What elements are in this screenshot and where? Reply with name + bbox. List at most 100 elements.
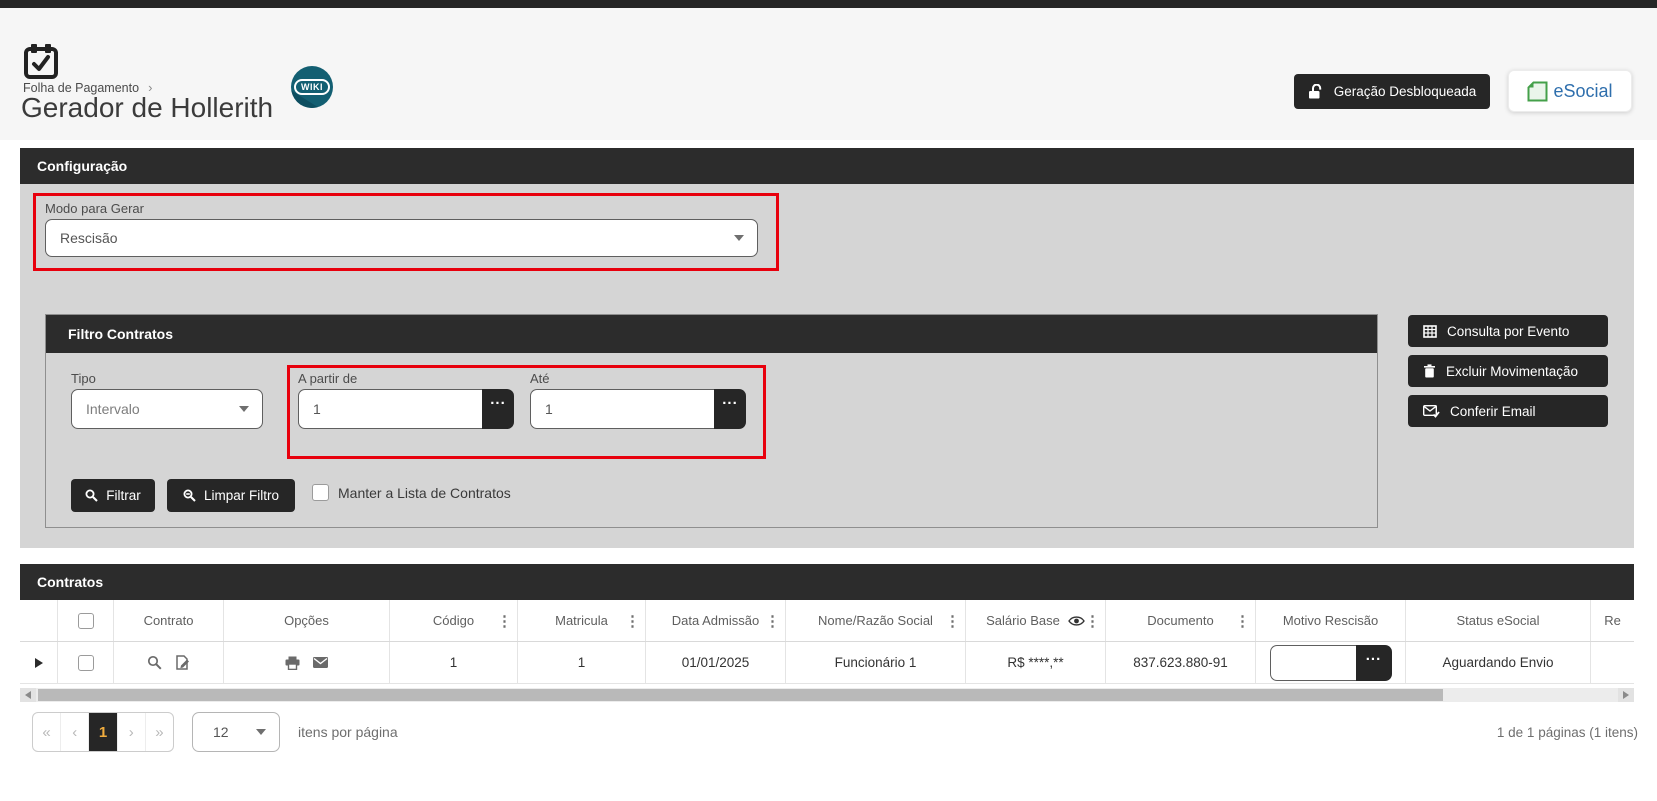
prev-page-button[interactable]: ‹ bbox=[61, 713, 90, 751]
contratos-section-header: Contratos bbox=[20, 564, 1634, 600]
header-codigo: Código ⋮ bbox=[390, 600, 518, 641]
header-salario-base: Salário Base ⋮ bbox=[966, 600, 1106, 641]
row-expander-cell bbox=[20, 642, 58, 683]
filtrar-button[interactable]: Filtrar bbox=[71, 479, 155, 512]
scrollbar-thumb[interactable] bbox=[38, 689, 1443, 701]
ate-label: Até bbox=[530, 371, 550, 386]
column-menu-icon[interactable]: ⋮ bbox=[625, 612, 640, 630]
eye-icon[interactable] bbox=[1068, 615, 1085, 627]
chevron-down-icon bbox=[256, 729, 266, 735]
scroll-left-icon[interactable] bbox=[20, 688, 36, 702]
column-menu-icon[interactable]: ⋮ bbox=[1085, 612, 1100, 630]
horizontal-scrollbar[interactable] bbox=[20, 688, 1634, 702]
filtro-contratos-body: Tipo Intervalo A partir de ... Até . bbox=[46, 353, 1377, 527]
select-all-checkbox[interactable] bbox=[77, 612, 94, 629]
next-page-button[interactable]: › bbox=[118, 713, 146, 751]
configuracao-panel: Configuração Modo para Gerar Rescisão Fi… bbox=[20, 148, 1634, 548]
excluir-movimentacao-button[interactable]: Excluir Movimentação bbox=[1408, 355, 1608, 387]
consulta-por-evento-button[interactable]: Consulta por Evento bbox=[1408, 315, 1608, 347]
printer-icon[interactable] bbox=[285, 656, 300, 670]
a-partir-de-lookup-button[interactable]: ... bbox=[482, 389, 514, 429]
table-header-row: Contrato Opções Código ⋮ Matricula ⋮ Dat… bbox=[20, 600, 1634, 642]
row-opcoes-cell bbox=[224, 642, 390, 683]
page-size-value: 12 bbox=[213, 724, 229, 740]
unlock-icon bbox=[1308, 84, 1324, 99]
manter-lista-label: Manter a Lista de Contratos bbox=[338, 484, 511, 501]
configuracao-panel-header: Configuração bbox=[20, 148, 1634, 184]
pagination-controls: « ‹ 1 › » bbox=[32, 712, 174, 752]
row-motivo-cell: ... bbox=[1256, 642, 1406, 683]
tipo-value: Intervalo bbox=[86, 401, 140, 417]
first-page-button[interactable]: « bbox=[33, 713, 62, 751]
row-documento-cell: 837.623.880-91 bbox=[1106, 642, 1256, 683]
row-status-esocial-cell: Aguardando Envio bbox=[1406, 642, 1591, 683]
page-title: Gerador de Hollerith bbox=[21, 92, 274, 123]
table-row: 1 1 01/01/2025 Funcionário 1 R$ ****,** … bbox=[20, 642, 1634, 684]
header-expander bbox=[20, 600, 58, 641]
column-menu-icon[interactable]: ⋮ bbox=[765, 612, 780, 630]
row-matricula-cell: 1 bbox=[518, 642, 646, 683]
envelope-icon[interactable] bbox=[313, 657, 328, 668]
motivo-rescisao-input[interactable] bbox=[1269, 644, 1356, 681]
page-size-select[interactable]: 12 bbox=[192, 712, 280, 752]
header-data-admissao: Data Admissão ⋮ bbox=[646, 600, 786, 641]
pagination-summary: 1 de 1 páginas (1 itens) bbox=[1496, 724, 1638, 740]
row-checkbox[interactable] bbox=[77, 654, 94, 671]
top-dark-strip bbox=[0, 0, 1657, 8]
filtro-contratos-header: Filtro Contratos bbox=[46, 315, 1377, 353]
column-menu-icon[interactable]: ⋮ bbox=[945, 612, 960, 630]
items-per-page-label: itens por página bbox=[298, 724, 398, 740]
trash-icon bbox=[1423, 364, 1436, 378]
search-icon bbox=[85, 489, 98, 502]
ate-field-group: ... bbox=[530, 389, 746, 429]
header-select-all bbox=[58, 600, 114, 641]
geracao-desbloqueada-button[interactable]: Geração Desbloqueada bbox=[1294, 74, 1490, 109]
filtro-contratos-box: Filtro Contratos Tipo Intervalo A partir… bbox=[45, 314, 1378, 528]
calendar-check-icon bbox=[24, 44, 58, 85]
row-codigo-cell: 1 bbox=[390, 642, 518, 683]
column-menu-icon[interactable]: ⋮ bbox=[1235, 612, 1250, 630]
scroll-right-icon[interactable] bbox=[1618, 688, 1634, 702]
header-nome-razao-social: Nome/Razão Social ⋮ bbox=[786, 600, 966, 641]
header-matricula: Matricula ⋮ bbox=[518, 600, 646, 641]
ate-lookup-button[interactable]: ... bbox=[714, 389, 746, 429]
modo-para-gerar-value: Rescisão bbox=[60, 230, 118, 246]
chevron-down-icon bbox=[239, 406, 249, 412]
esocial-button[interactable]: eSocial bbox=[1508, 70, 1632, 112]
esocial-label: eSocial bbox=[1553, 80, 1613, 101]
a-partir-de-label: A partir de bbox=[298, 371, 358, 386]
row-nome-cell: Funcionário 1 bbox=[786, 642, 966, 683]
esocial-page-icon bbox=[1527, 81, 1548, 102]
conferir-email-button[interactable]: Conferir Email bbox=[1408, 395, 1608, 427]
header-contrato: Contrato bbox=[114, 600, 224, 641]
tipo-label: Tipo bbox=[71, 371, 96, 386]
row-select-cell bbox=[58, 642, 114, 683]
header-opcoes: Opções bbox=[224, 600, 390, 641]
magnifier-icon[interactable] bbox=[147, 655, 162, 670]
a-partir-de-field-group: ... bbox=[298, 389, 514, 429]
column-menu-icon[interactable]: ⋮ bbox=[497, 612, 512, 630]
expand-row-icon[interactable] bbox=[34, 657, 43, 668]
header-status-esocial: Status eSocial bbox=[1406, 600, 1591, 641]
header-documento: Documento ⋮ bbox=[1106, 600, 1256, 641]
a-partir-de-input[interactable] bbox=[298, 389, 482, 429]
modo-para-gerar-label: Modo para Gerar bbox=[45, 201, 144, 216]
row-contrato-cell bbox=[114, 642, 224, 683]
chevron-down-icon bbox=[734, 235, 744, 241]
motivo-rescisao-lookup-button[interactable]: ... bbox=[1355, 644, 1392, 681]
limpar-filtro-button[interactable]: Limpar Filtro bbox=[167, 479, 295, 512]
header-re-cortado: Re bbox=[1604, 613, 1621, 628]
side-actions: Consulta por Evento Excluir Movimentação bbox=[1408, 315, 1608, 427]
gerador-de-hollerith-screen: Folha de Pagamento › Gerador de Hollerit… bbox=[0, 0, 1657, 801]
current-page-button[interactable]: 1 bbox=[89, 713, 118, 751]
manter-lista-checkbox[interactable] bbox=[312, 484, 329, 501]
mail-check-icon bbox=[1423, 404, 1440, 418]
motivo-rescisao-field-group: ... bbox=[1269, 644, 1392, 681]
modo-para-gerar-select[interactable]: Rescisão bbox=[45, 219, 758, 257]
wiki-badge[interactable]: WIKI bbox=[291, 66, 333, 108]
contratos-table: Contrato Opções Código ⋮ Matricula ⋮ Dat… bbox=[20, 600, 1634, 684]
ate-input[interactable] bbox=[530, 389, 714, 429]
last-page-button[interactable]: » bbox=[146, 713, 173, 751]
tipo-select[interactable]: Intervalo bbox=[71, 389, 263, 429]
edit-document-icon[interactable] bbox=[175, 655, 190, 670]
